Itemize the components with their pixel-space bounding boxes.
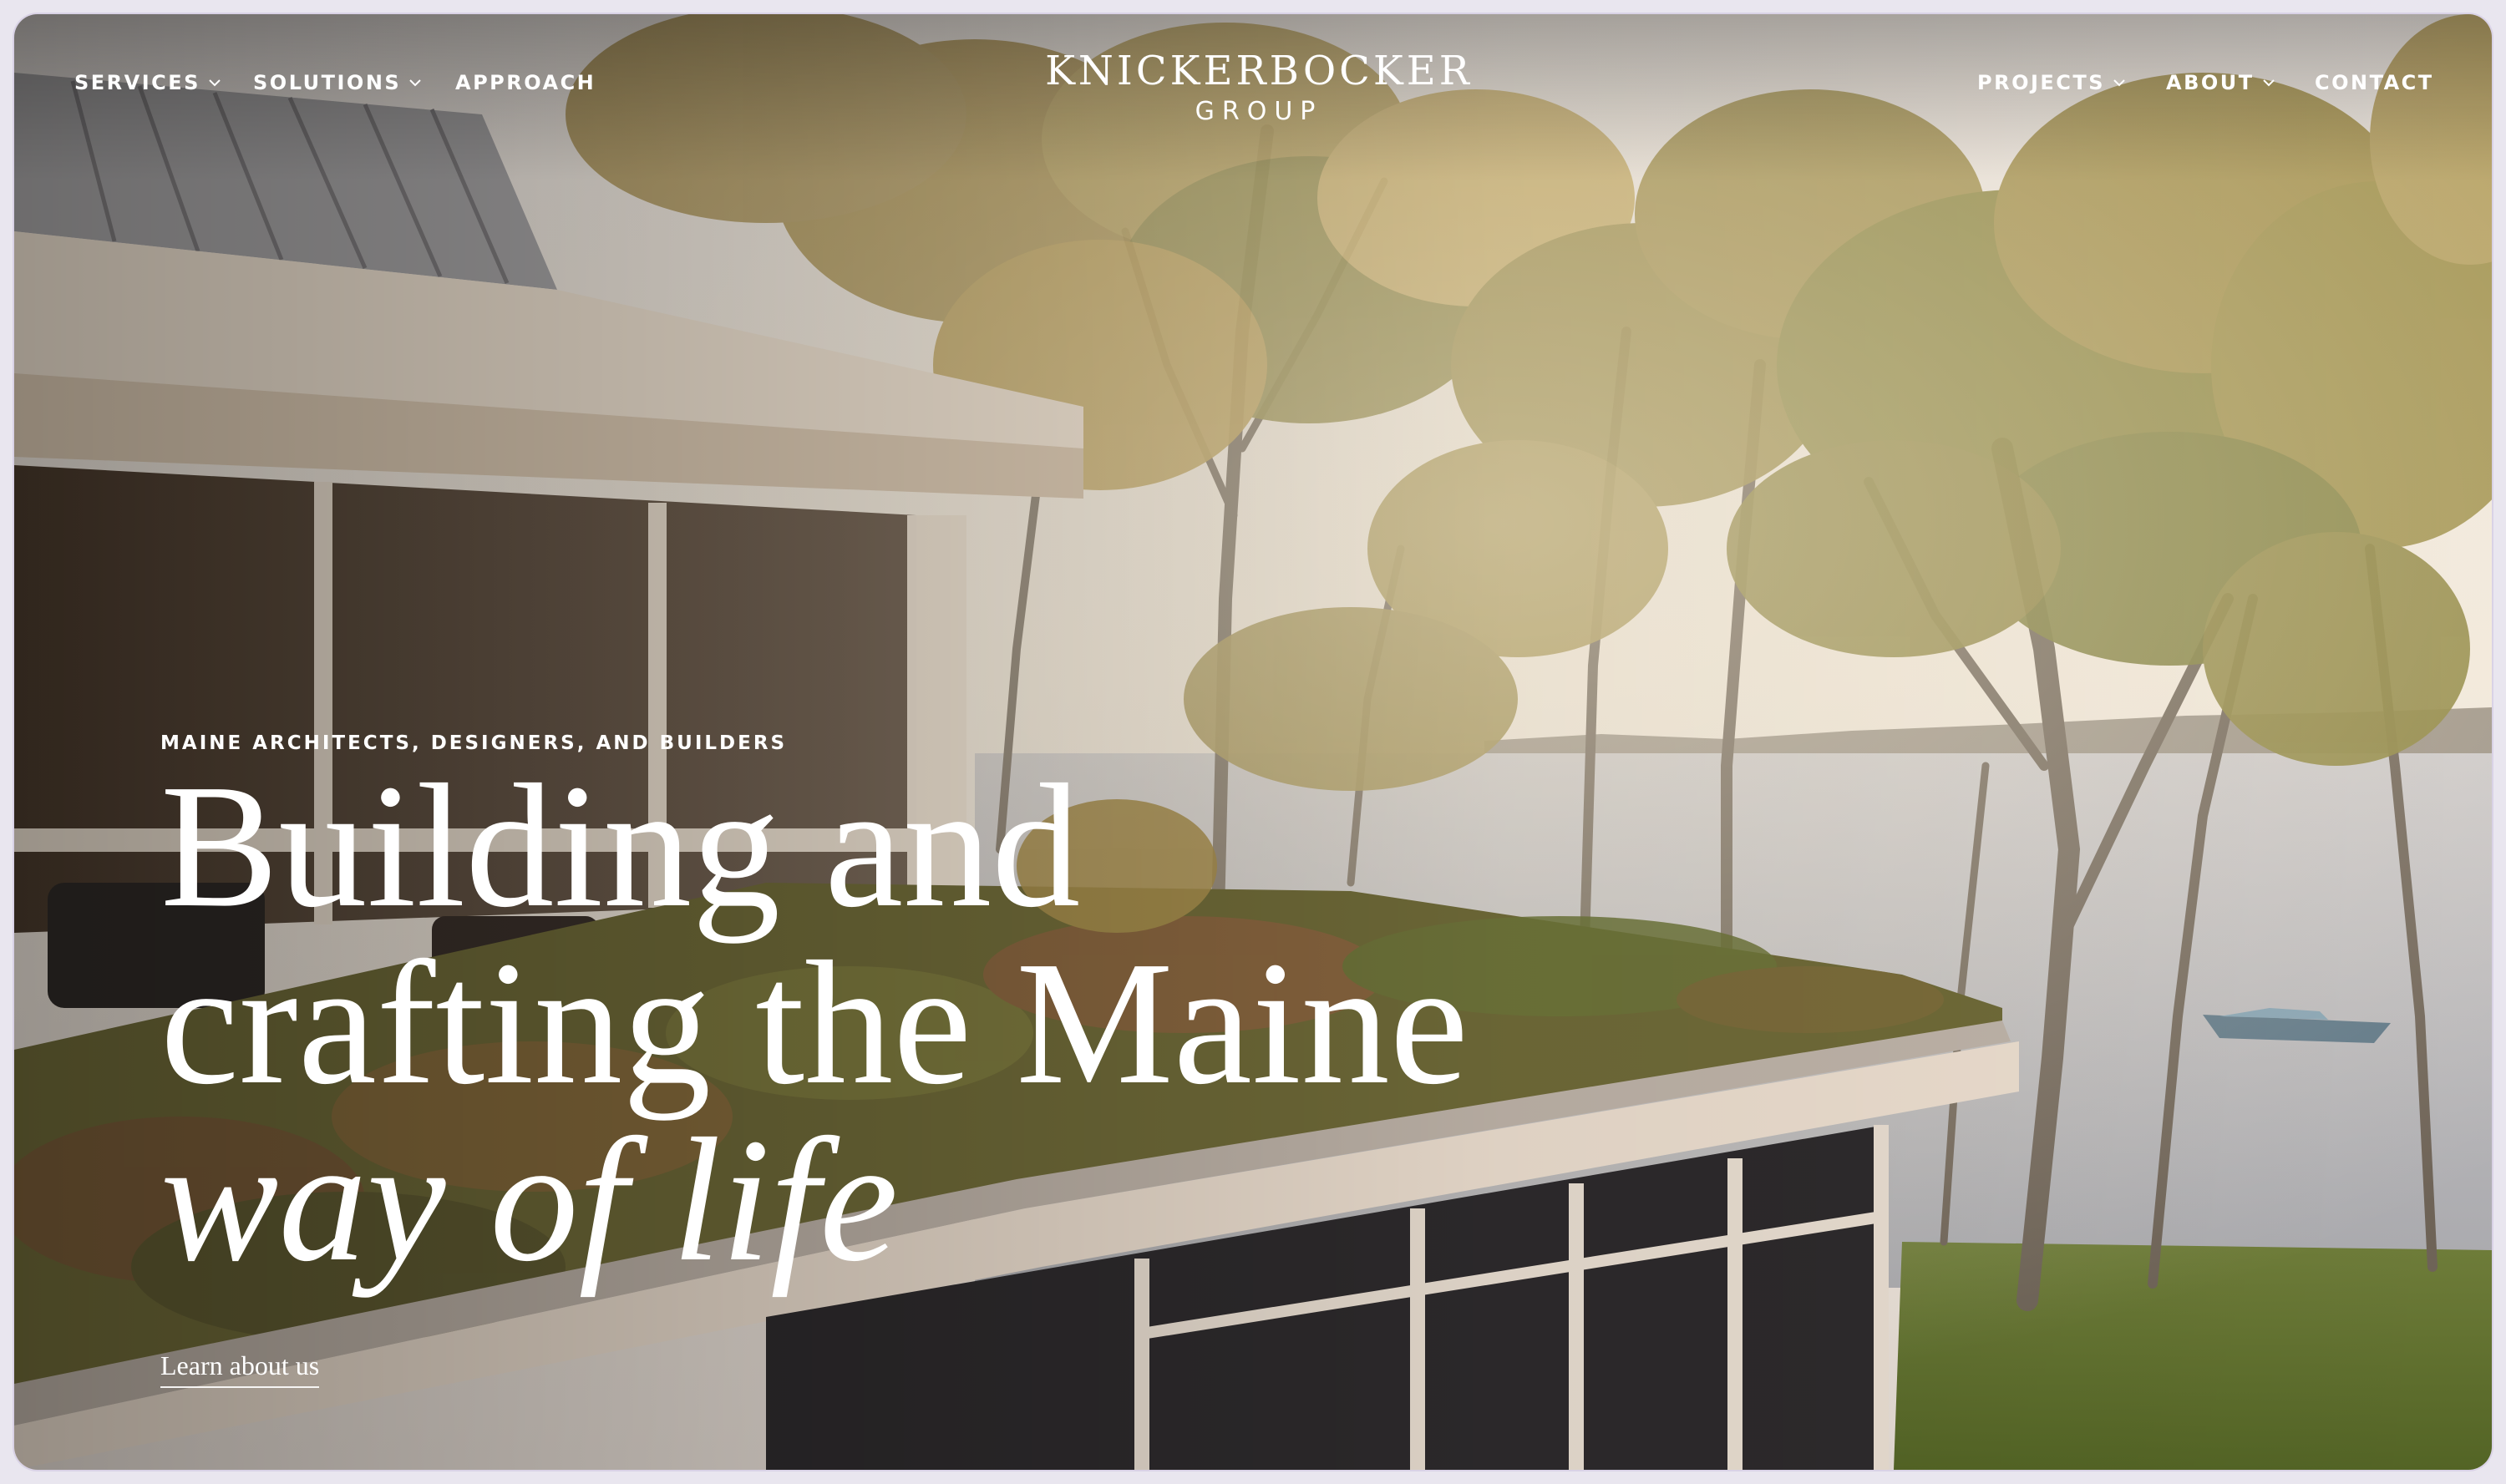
nav-projects[interactable]: PROJECTS bbox=[1977, 71, 2125, 94]
nav-projects-label: PROJECTS bbox=[1977, 71, 2106, 94]
nav-solutions-label: SOLUTIONS bbox=[253, 71, 402, 94]
nav-solutions[interactable]: SOLUTIONS bbox=[253, 71, 421, 94]
hero-headline: Building and crafting the Maine way of l… bbox=[160, 757, 1469, 1289]
nav-approach-label: APPROACH bbox=[455, 71, 596, 94]
logo-wordmark: KNICKERBOCKER bbox=[1045, 48, 1473, 94]
nav-services[interactable]: SERVICES bbox=[74, 71, 221, 94]
nav-contact[interactable]: CONTACT bbox=[2315, 71, 2434, 94]
learn-about-us-link[interactable]: Learn about us bbox=[160, 1350, 320, 1388]
nav-services-label: SERVICES bbox=[74, 71, 200, 94]
nav-approach[interactable]: APPROACH bbox=[455, 71, 596, 94]
nav-about[interactable]: ABOUT bbox=[2166, 71, 2275, 94]
headline-line-2: crafting the Maine bbox=[160, 924, 1469, 1121]
headline-line-1: Building and bbox=[160, 747, 1081, 944]
nav-about-label: ABOUT bbox=[2166, 71, 2255, 94]
chevron-down-icon bbox=[2262, 79, 2275, 87]
hero-frame: SERVICES SOLUTIONS APPROACH PROJECTS ABO… bbox=[14, 14, 2492, 1470]
headline-line-3: way of life bbox=[160, 1102, 899, 1298]
chevron-down-icon bbox=[2113, 79, 2125, 87]
logo-subtitle: GROUP bbox=[1195, 97, 1323, 126]
nav-contact-label: CONTACT bbox=[2315, 71, 2434, 94]
chevron-down-icon bbox=[409, 79, 421, 87]
chevron-down-icon bbox=[209, 79, 221, 87]
brand-logo[interactable]: KNICKERBOCKER GROUP bbox=[1008, 48, 1509, 126]
